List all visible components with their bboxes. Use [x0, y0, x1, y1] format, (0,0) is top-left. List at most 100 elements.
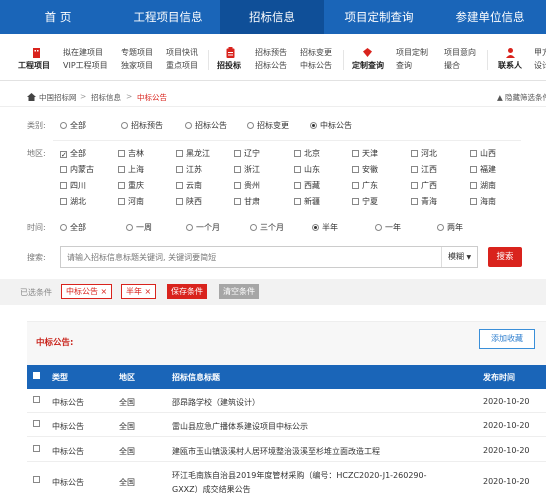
row-date: 2020-10-20 — [483, 421, 530, 430]
link-project-intent[interactable]: 项目意向 — [444, 47, 476, 58]
time-option[interactable]: 全部 — [60, 222, 86, 233]
link-bid-preview[interactable]: 招标预告 — [255, 47, 287, 58]
link-matchmaking[interactable]: 撮合 — [444, 60, 460, 71]
row-title[interactable]: 雷山县应急广播体系建设项目中标公示 — [172, 421, 308, 432]
region-checkbox[interactable]: 广西 — [411, 180, 437, 191]
group-custom-query-label: 定制查询 — [352, 61, 384, 70]
nav-bid-info[interactable]: 招标信息 — [220, 0, 324, 34]
divider — [208, 50, 209, 70]
category-option[interactable]: 招标公告 — [185, 120, 227, 131]
region-checkbox[interactable]: 山东 — [294, 164, 320, 175]
time-option[interactable]: 一周 — [126, 222, 152, 233]
breadcrumb-home[interactable]: 中国招标网 — [39, 92, 77, 103]
region-checkbox[interactable]: 吉林 — [118, 148, 144, 159]
hide-filters-link[interactable]: ▲ 隐藏筛选条件 — [497, 92, 546, 103]
group-contacts-label: 联系人 — [498, 61, 522, 70]
region-checkbox[interactable]: 甘肃 — [234, 196, 260, 207]
category-option[interactable]: 招标预告 — [121, 120, 163, 131]
building-icon — [33, 48, 40, 58]
selected-conditions-label: 已选条件 — [20, 288, 52, 297]
condition-tag-award[interactable]: 中标公告 × — [61, 284, 113, 299]
search-button[interactable]: 搜索 — [488, 247, 522, 267]
region-checkbox[interactable]: 黑龙江 — [176, 148, 210, 159]
region-checkbox[interactable]: 宁夏 — [352, 196, 378, 207]
time-option[interactable]: 两年 — [437, 222, 463, 233]
time-option-selected[interactable]: 半年 — [312, 222, 338, 233]
link-query[interactable]: 查询 — [396, 60, 412, 71]
link-key-projects[interactable]: 重点项目 — [166, 60, 198, 71]
region-checkbox[interactable]: ✓ 全部 — [60, 148, 86, 159]
breadcrumb-current: 中标公告 — [137, 93, 167, 102]
divider — [487, 50, 488, 70]
region-checkbox[interactable]: 江西 — [411, 164, 437, 175]
region-checkbox[interactable]: 海南 — [470, 196, 496, 207]
group-bidding-label: 招投标 — [217, 61, 241, 70]
region-checkbox[interactable]: 上海 — [118, 164, 144, 175]
link-vip-projects[interactable]: VIP工程项目 — [63, 60, 108, 71]
condition-tag-halfyear[interactable]: 半年 × — [121, 284, 157, 299]
category-option-selected[interactable]: 中标公告 — [310, 120, 352, 131]
table-row: 中标公告 全国 建瓯市玉山镇汲溪村人居环境整治汲溪至杉堆立面改造工程 2020-… — [27, 437, 546, 462]
link-client[interactable]: 甲方 — [534, 47, 546, 58]
link-award-notice[interactable]: 中标公告 — [300, 60, 332, 71]
region-checkbox[interactable]: 北京 — [294, 148, 320, 159]
link-design[interactable]: 设计 — [534, 60, 546, 71]
region-checkbox[interactable]: 湖北 — [60, 196, 86, 207]
row-title-cont[interactable]: GXXZ）成交结果公告 — [172, 484, 251, 495]
add-favorite-button[interactable]: 添加收藏 — [479, 329, 535, 349]
row-title[interactable]: 邵昂路学校（建筑设计） — [172, 397, 260, 408]
region-checkbox[interactable]: 湖南 — [470, 180, 496, 191]
time-option[interactable]: 三个月 — [250, 222, 284, 233]
link-project-news[interactable]: 项目快讯 — [166, 47, 198, 58]
region-checkbox[interactable]: 河北 — [411, 148, 437, 159]
region-checkbox[interactable]: 江苏 — [176, 164, 202, 175]
link-exclusive-projects[interactable]: 独家项目 — [121, 60, 153, 71]
region-checkbox[interactable]: 陕西 — [176, 196, 202, 207]
region-checkbox[interactable]: 河南 — [118, 196, 144, 207]
nav-project-info[interactable]: 工程项目信息 — [116, 0, 220, 34]
region-checkbox[interactable]: 浙江 — [234, 164, 260, 175]
region-checkbox[interactable]: 内蒙古 — [60, 164, 94, 175]
region-checkbox[interactable]: 山西 — [470, 148, 496, 159]
region-checkbox[interactable]: 云南 — [176, 180, 202, 191]
caret-up-icon: ▲ — [497, 93, 503, 102]
time-option[interactable]: 一年 — [375, 222, 401, 233]
region-checkbox[interactable]: 天津 — [352, 148, 378, 159]
match-mode-select[interactable]: 模糊 ▼ — [441, 247, 477, 267]
search-input[interactable] — [61, 247, 441, 267]
region-checkbox[interactable]: 青海 — [411, 196, 437, 207]
region-checkbox[interactable]: 贵州 — [234, 180, 260, 191]
search-label: 搜索: — [27, 253, 46, 262]
clear-conditions-button[interactable]: 清空条件 — [219, 284, 259, 299]
time-option[interactable]: 一个月 — [186, 222, 220, 233]
row-date: 2020-10-20 — [483, 446, 530, 455]
link-topic-projects[interactable]: 专题项目 — [121, 47, 153, 58]
category-option[interactable]: 全部 — [60, 120, 86, 131]
category-option[interactable]: 招标变更 — [247, 120, 289, 131]
nav-participants[interactable]: 参建单位信息 — [434, 0, 546, 34]
row-title[interactable]: 环江毛南族自治县2019年度管材采购（编号：HCZC2020-J1-260290… — [172, 470, 426, 481]
save-conditions-button[interactable]: 保存条件 — [167, 284, 207, 299]
row-type: 中标公告 — [52, 478, 84, 487]
link-planned-projects[interactable]: 拟在建项目 — [63, 47, 103, 58]
nav-custom-query[interactable]: 项目定制查询 — [324, 0, 434, 34]
nav-home[interactable]: 首 页 — [0, 0, 116, 34]
region-checkbox[interactable]: 新疆 — [294, 196, 320, 207]
breadcrumb-bid-info[interactable]: 招标信息 — [91, 92, 121, 103]
region-checkbox[interactable]: 西藏 — [294, 180, 320, 191]
results-title: 中标公告: — [36, 338, 74, 348]
region-checkbox[interactable]: 重庆 — [118, 180, 144, 191]
link-project-customize[interactable]: 项目定制 — [396, 47, 428, 58]
region-checkbox[interactable]: 辽宁 — [234, 148, 260, 159]
link-bid-notice[interactable]: 招标公告 — [255, 60, 287, 71]
link-bid-change[interactable]: 招标变更 — [300, 47, 332, 58]
category-label: 类别: — [27, 121, 46, 130]
row-title[interactable]: 建瓯市玉山镇汲溪村人居环境整治汲溪至杉堆立面改造工程 — [172, 446, 380, 457]
region-checkbox[interactable]: 安徽 — [352, 164, 378, 175]
region-checkbox[interactable]: 福建 — [470, 164, 496, 175]
breadcrumb-separator: > — [80, 92, 87, 101]
region-checkbox[interactable]: 广东 — [352, 180, 378, 191]
top-nav: 首 页 工程项目信息 招标信息 项目定制查询 参建单位信息 — [0, 0, 546, 34]
breadcrumb-separator: > — [126, 92, 133, 101]
region-checkbox[interactable]: 四川 — [60, 180, 86, 191]
